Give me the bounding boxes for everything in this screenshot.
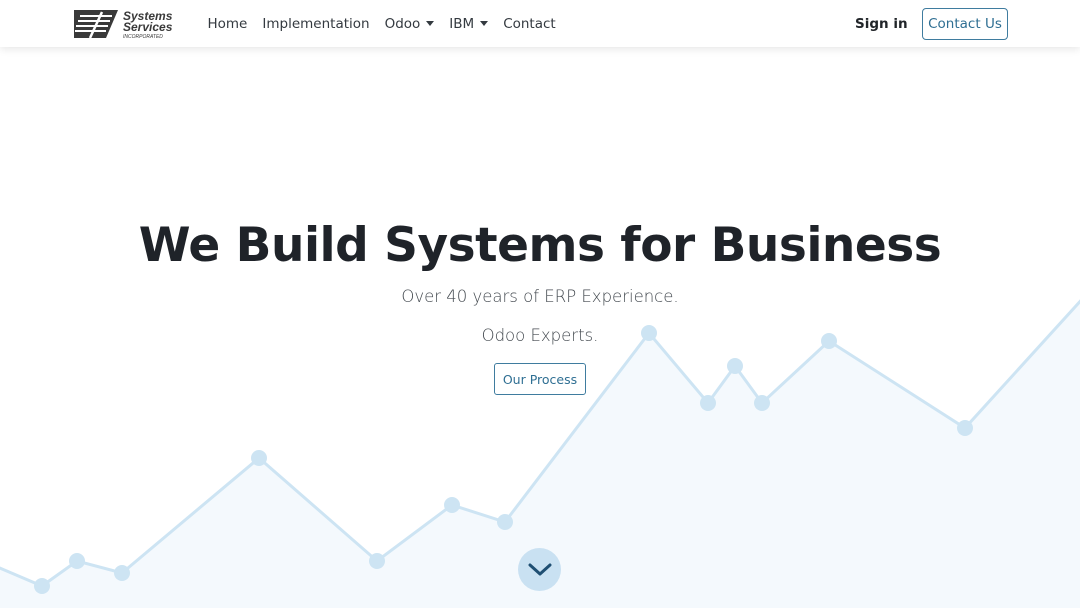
chart-point xyxy=(754,395,770,411)
chart-point xyxy=(727,358,743,374)
hero-title: We Build Systems for Business xyxy=(138,218,942,273)
nav-item-label: Contact xyxy=(503,15,556,32)
hero-tagline: Odoo Experts. xyxy=(481,326,599,345)
logo-stripes-icon xyxy=(74,10,118,39)
chart-point xyxy=(369,553,385,569)
main-nav: Home Implementation Odoo IBM Contact xyxy=(200,0,563,47)
chevron-down-icon xyxy=(528,563,551,575)
nav-item-label: Odoo xyxy=(384,15,421,32)
logo-text-line2: Services xyxy=(123,20,173,34)
nav-item-contact[interactable]: Contact xyxy=(496,0,564,47)
sign-in-link[interactable]: Sign in xyxy=(855,0,908,47)
chart-point xyxy=(34,578,50,594)
chart-point xyxy=(69,553,85,569)
nav-item-label: Home xyxy=(207,15,248,32)
chart-point xyxy=(444,497,460,513)
nav-item-odoo[interactable]: Odoo xyxy=(377,0,442,47)
chart-point xyxy=(957,420,973,436)
hero-subtitle: Over 40 years of ERP Experience. xyxy=(401,287,679,306)
chart-point xyxy=(114,565,130,581)
scroll-down-button[interactable] xyxy=(518,548,561,591)
caret-down-icon xyxy=(480,21,489,26)
contact-us-button[interactable]: Contact Us xyxy=(922,8,1008,40)
company-logo[interactable]: Systems Services INCORPORATED xyxy=(72,8,180,40)
nav-item-label: IBM xyxy=(449,15,475,32)
nav-item-ibm[interactable]: IBM xyxy=(442,0,496,47)
nav-item-home[interactable]: Home xyxy=(200,0,255,47)
caret-down-icon xyxy=(426,21,435,26)
logo-text-line3: INCORPORATED xyxy=(123,34,163,40)
chart-point xyxy=(700,395,716,411)
chart-point xyxy=(251,450,267,466)
our-process-button[interactable]: Our Process xyxy=(494,363,586,395)
nav-item-implementation[interactable]: Implementation xyxy=(255,0,377,47)
nav-item-label: Implementation xyxy=(262,15,370,32)
chart-point xyxy=(497,514,513,530)
top-navbar: Systems Services INCORPORATED Home Imple… xyxy=(0,0,1080,47)
